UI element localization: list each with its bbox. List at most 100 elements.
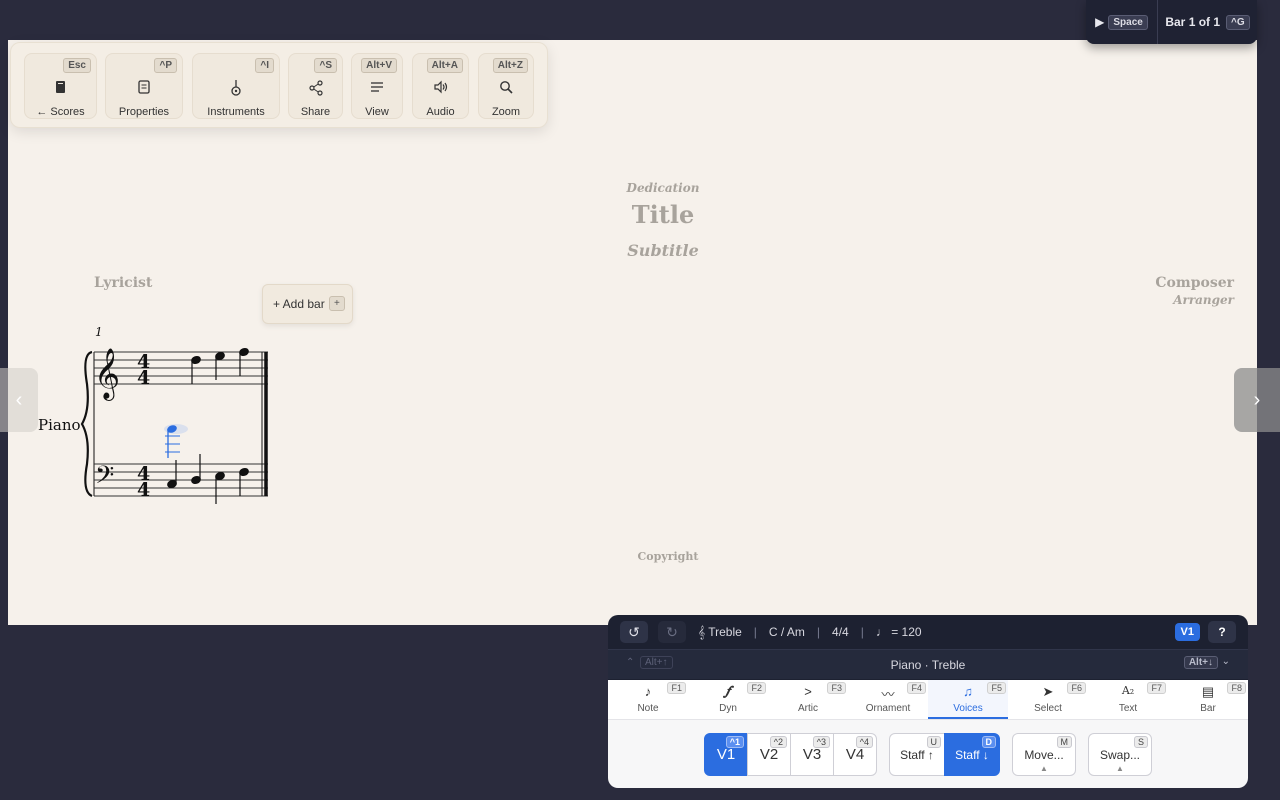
tab-label: Artic xyxy=(798,703,818,714)
tab-dyn[interactable]: F2 𝆑 Dyn xyxy=(688,680,768,719)
scores-label: ← Scores xyxy=(36,106,85,118)
properties-icon xyxy=(106,80,182,94)
time-status[interactable]: 4/4 xyxy=(832,625,849,639)
add-bar-button[interactable]: + Add bar + xyxy=(262,284,353,324)
previous-page-button[interactable]: ‹ xyxy=(0,368,38,432)
swap-button[interactable]: S Swap... ▲ xyxy=(1088,733,1152,776)
caret-up-icon: ▲ xyxy=(1040,764,1048,773)
tempo-status[interactable]: ♩ = 120 xyxy=(876,625,922,639)
voice-3-button[interactable]: ^3 V3 xyxy=(790,733,834,776)
audio-button[interactable]: Alt+A Audio xyxy=(412,53,469,119)
audio-icon xyxy=(413,80,468,94)
help-button[interactable]: ? xyxy=(1208,621,1236,643)
copyright-text[interactable]: Copyright xyxy=(618,550,718,563)
staff-down-button[interactable]: D Staff ↓ xyxy=(944,733,1000,776)
voice-shortcut: ^2 xyxy=(769,736,787,748)
bar-icon: ▤ xyxy=(1201,684,1215,699)
voice-shortcut: ^4 xyxy=(855,736,873,748)
bass-time-bottom: 4 xyxy=(137,479,150,501)
staff-shortcut: U xyxy=(926,736,941,748)
lyricist-text[interactable]: Lyricist xyxy=(94,275,152,291)
shortcut-key: Alt+A xyxy=(426,58,463,73)
voice-2-button[interactable]: ^2 V2 xyxy=(747,733,791,776)
arranger-text[interactable]: Arranger xyxy=(1140,293,1234,307)
add-bar-label: + Add bar xyxy=(273,297,325,311)
instruments-button[interactable]: ^I Instruments xyxy=(192,53,280,119)
voice-badge[interactable]: V1 xyxy=(1174,623,1200,641)
input-cursor[interactable] xyxy=(164,424,188,458)
play-icon: ▶ xyxy=(1095,15,1105,29)
brace xyxy=(80,350,93,498)
shortcut-key: ^S xyxy=(314,58,337,73)
next-page-button[interactable]: › xyxy=(1234,368,1280,432)
staff-up-button[interactable]: U Staff ↑ xyxy=(889,733,945,776)
tab-note[interactable]: F1 ♪ Note xyxy=(608,680,688,719)
tab-label: Text xyxy=(1118,703,1138,714)
separator: | xyxy=(816,625,821,639)
caret-up-icon: ▲ xyxy=(1116,764,1124,773)
shortcut-key: Alt+V xyxy=(361,58,397,73)
view-button[interactable]: Alt+V View xyxy=(351,53,403,119)
instrument-label[interactable]: Piano xyxy=(38,416,81,434)
next-staff-shortcut[interactable]: Alt+↓ xyxy=(1183,656,1218,669)
play-button[interactable]: ▶ Space xyxy=(1086,0,1158,44)
voice-shortcut: ^3 xyxy=(812,736,830,748)
bass-clef-icon: 𝄢 xyxy=(95,461,114,496)
share-button[interactable]: ^S Share xyxy=(288,53,343,119)
voice-label: V4 xyxy=(845,746,865,763)
chevron-down-icon[interactable]: ⌄ xyxy=(1222,656,1230,667)
undo-button[interactable]: ↺ xyxy=(620,621,648,643)
zoom-button[interactable]: Alt+Z Zoom xyxy=(478,53,534,119)
voice-4-button[interactable]: ^4 V4 xyxy=(833,733,877,776)
subtitle-text[interactable]: Subtitle xyxy=(598,241,728,260)
tab-select[interactable]: F6 ➤ Select xyxy=(1008,680,1088,719)
context-bar: ⌃ Alt+↑ Piano · Treble Alt+↓ ⌄ xyxy=(608,649,1248,679)
view-label: View xyxy=(365,106,389,118)
tab-ornament[interactable]: F4 〰 Ornament xyxy=(848,680,928,719)
key-status[interactable]: C / Am xyxy=(769,625,805,639)
playback-bar: ▶ Space Bar 1 of 1 ^G xyxy=(1086,0,1257,44)
zoom-icon xyxy=(479,80,533,94)
tab-voices[interactable]: F5 ♫ Voices xyxy=(928,680,1008,719)
tab-label: Select xyxy=(1034,703,1062,714)
dynamics-icon: 𝆑 xyxy=(725,684,731,699)
instruments-icon xyxy=(193,80,279,96)
grand-staff[interactable]: 𝄞 𝄢 4 4 4 4 xyxy=(78,340,278,510)
scores-button[interactable]: Esc ← Scores xyxy=(24,53,97,119)
redo-button[interactable]: ↻ xyxy=(658,621,686,643)
dedication-text[interactable]: Dedication xyxy=(608,181,718,195)
accent-icon: > xyxy=(804,684,812,699)
separator: | xyxy=(753,625,757,639)
tab-text[interactable]: F7 A₂ Text xyxy=(1088,680,1168,719)
title-text[interactable]: Title xyxy=(598,200,728,229)
redo-icon: ↻ xyxy=(666,623,678,640)
voice-shortcut: ^1 xyxy=(725,736,744,748)
context-title: Piano · Treble xyxy=(890,658,966,672)
treble-notes[interactable] xyxy=(191,347,250,384)
tab-label: Note xyxy=(637,703,659,714)
clef-status[interactable]: 𝄞 Treble xyxy=(698,625,742,640)
cursor-icon: ➤ xyxy=(1042,684,1054,699)
goto-bar-button[interactable]: Bar 1 of 1 ^G xyxy=(1158,0,1257,44)
staff-shortcut: D xyxy=(981,736,996,748)
tab-label: Ornament xyxy=(865,703,911,714)
share-label: Share xyxy=(300,106,331,118)
bar-status: Bar 1 of 1 xyxy=(1165,15,1221,29)
move-button[interactable]: M Move... ▲ xyxy=(1012,733,1076,776)
shortcut-key: ^I xyxy=(255,58,274,73)
view-icon xyxy=(352,80,402,94)
voice-label: V3 xyxy=(802,746,822,763)
goto-shortcut: ^G xyxy=(1226,14,1250,30)
tab-artic[interactable]: F3 > Artic xyxy=(768,680,848,719)
move-shortcut: M xyxy=(1056,736,1072,748)
text-icon: A₂ xyxy=(1121,684,1135,697)
staff-label: Staff ↑ xyxy=(900,747,934,762)
play-shortcut: Space xyxy=(1108,14,1148,30)
status-bar: ↺ ↻ 𝄞 Treble | C / Am | 4/4 | ♩ = 120 V1… xyxy=(608,615,1248,649)
scores-icon xyxy=(25,80,96,94)
main-toolbar: Esc ← Scores ^P Properties ^I Instrument… xyxy=(10,42,548,128)
voice-1-button[interactable]: ^1 V1 xyxy=(704,733,748,776)
tab-bar[interactable]: F8 ▤ Bar xyxy=(1168,680,1248,719)
composer-text[interactable]: Composer xyxy=(1140,275,1234,291)
properties-button[interactable]: ^P Properties xyxy=(105,53,183,119)
